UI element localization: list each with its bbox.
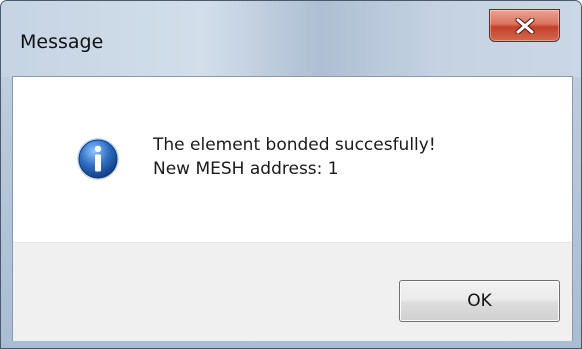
ok-button-label: OK <box>467 291 492 311</box>
message-area: The element bonded succesfully! New MESH… <box>13 77 572 242</box>
message-line-1: The element bonded succesfully! <box>153 135 436 155</box>
message-line-2: New MESH address: 1 <box>153 159 339 179</box>
close-icon <box>515 18 535 34</box>
message-text: The element bonded succesfully! New MESH… <box>153 133 436 181</box>
dialog-title: Message <box>20 31 104 53</box>
close-button[interactable] <box>489 9 560 42</box>
ok-button[interactable]: OK <box>399 280 560 322</box>
dialog-client-area: The element bonded succesfully! New MESH… <box>12 76 573 341</box>
button-area: OK <box>13 242 572 341</box>
info-icon <box>76 137 120 181</box>
title-bar[interactable]: Message <box>1 1 581 77</box>
message-dialog: Message The element bonded succesfully! … <box>0 0 582 349</box>
